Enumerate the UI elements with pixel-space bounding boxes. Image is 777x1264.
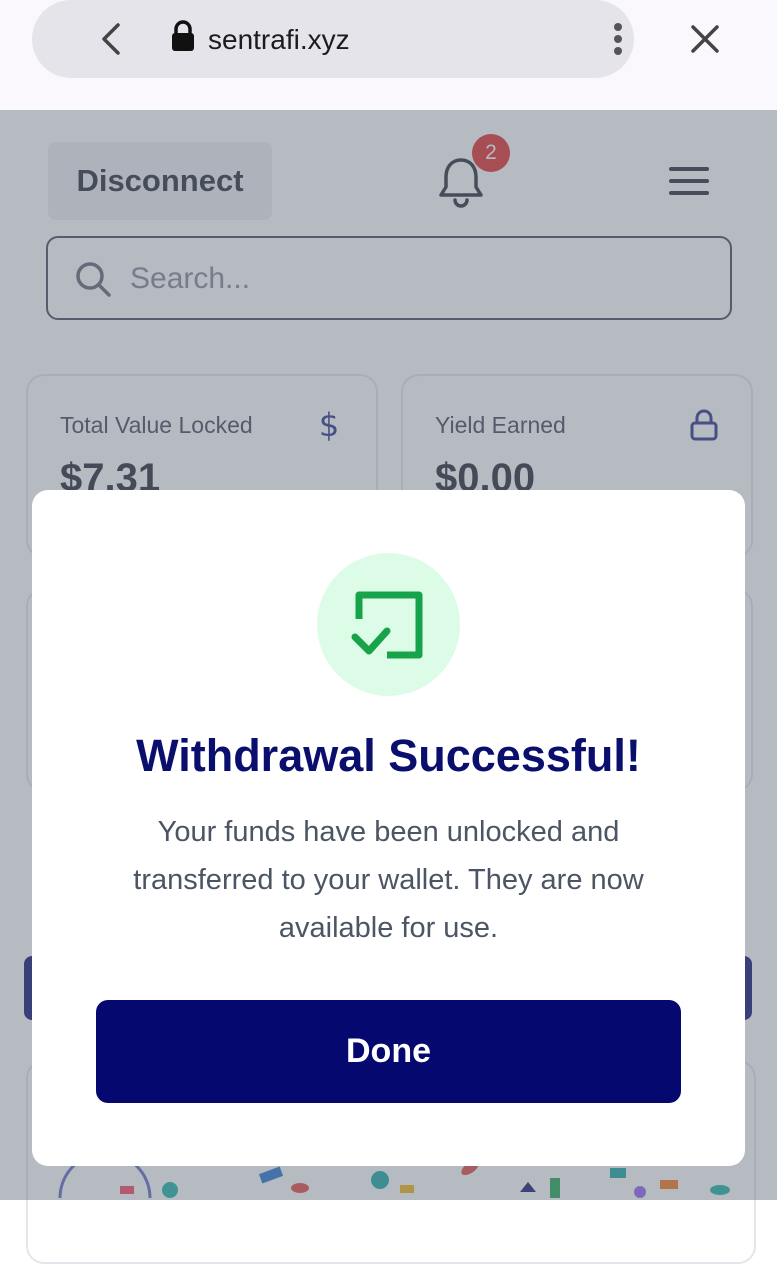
close-icon[interactable]: [686, 20, 724, 58]
back-arrow-icon[interactable]: [96, 20, 128, 58]
done-button[interactable]: Done: [96, 1000, 681, 1103]
check-square-icon: [351, 591, 423, 659]
lock-icon: [172, 20, 194, 51]
more-vert-icon[interactable]: [606, 20, 630, 58]
modal-title: Withdrawal Successful!: [136, 730, 641, 781]
url-text[interactable]: sentrafi.xyz: [208, 22, 350, 58]
address-bar[interactable]: sentrafi.xyz: [32, 0, 634, 78]
success-icon-circle: [317, 553, 460, 696]
modal-message: Your funds have been unlocked and transf…: [133, 816, 644, 944]
browser-toolbar: sentrafi.xyz: [0, 0, 777, 110]
success-modal: Withdrawal Successful! Your funds have b…: [32, 490, 745, 1166]
